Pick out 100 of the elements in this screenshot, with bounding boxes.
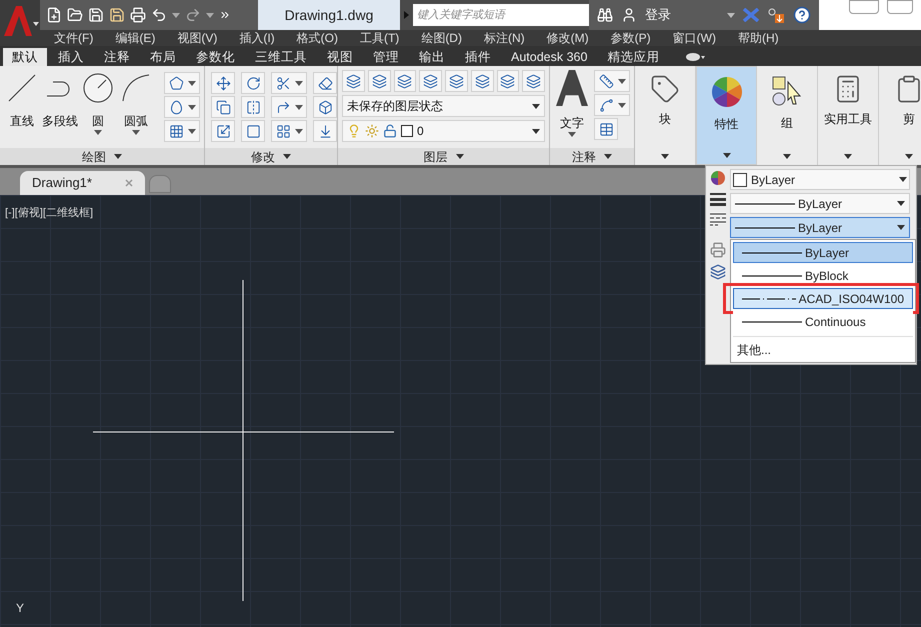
layer-tool-icon <box>397 74 412 88</box>
caret-icon <box>844 154 852 159</box>
menu-item[interactable]: 参数(P) <box>610 32 651 44</box>
ribbon-tab[interactable]: 输出 <box>410 48 454 66</box>
draw-tool-button[interactable]: 圆弧 <box>118 72 154 146</box>
other-option[interactable]: 其他... <box>733 339 913 360</box>
ribbon-tab[interactable]: 精选应用 <box>598 48 668 66</box>
linetype-dropdown[interactable]: ByLayer <box>730 217 910 238</box>
dimension-button[interactable] <box>594 70 630 92</box>
move-icon <box>216 76 230 90</box>
menu-item[interactable]: 文件(F) <box>54 32 94 44</box>
ribbon-tab[interactable]: Autodesk 360 <box>502 48 596 66</box>
caret-icon <box>294 128 302 134</box>
ribbon-tab[interactable]: 注释 <box>95 48 139 66</box>
trim-button[interactable] <box>271 72 307 94</box>
save-icon[interactable] <box>88 7 104 23</box>
help-icon[interactable] <box>793 6 811 24</box>
hatch-button[interactable] <box>164 120 200 142</box>
ribbon-tab[interactable]: 视图 <box>318 48 362 66</box>
menu-item[interactable]: 工具(T) <box>360 32 400 44</box>
ribbon-tab[interactable]: 三维工具 <box>246 48 316 66</box>
layer-tool-icon <box>474 74 490 88</box>
menu-item[interactable]: 修改(M) <box>546 32 589 44</box>
menu-item[interactable]: 窗口(W) <box>672 32 716 44</box>
menu-item[interactable]: 视图(V) <box>177 32 218 44</box>
draw-shape-icon <box>6 72 38 104</box>
draw-tool-button[interactable]: 圆 <box>80 72 116 146</box>
menu-item[interactable]: 绘图(D) <box>421 32 462 44</box>
open-folder-icon[interactable] <box>67 7 83 23</box>
ribbon-tab[interactable]: 插入 <box>49 48 93 66</box>
ribbon-panel-button[interactable]: 特性 <box>696 66 757 165</box>
menu-item[interactable]: 帮助(H) <box>738 32 779 44</box>
menu-item[interactable]: 插入(I) <box>239 32 275 44</box>
ribbon-tab[interactable]: 布局 <box>141 48 185 66</box>
panel-toggle-icon[interactable] <box>686 52 706 62</box>
rotate-button[interactable] <box>241 72 265 94</box>
array-button[interactable] <box>271 120 307 142</box>
layer-tool-icon <box>526 74 542 88</box>
search-field[interactable]: 键入关键字或短语 <box>413 4 589 26</box>
panel-title-bar[interactable]: 注释 <box>550 148 634 165</box>
redo-icon[interactable] <box>185 7 201 23</box>
lineweight-dropdown[interactable]: ByLayer <box>730 193 910 214</box>
menu-item[interactable]: 标注(N) <box>484 32 525 44</box>
polygon-button[interactable] <box>164 72 200 94</box>
restore-button[interactable] <box>887 0 913 14</box>
layer-dropdown[interactable]: 0 <box>342 120 545 142</box>
layers-icon <box>710 264 726 280</box>
offset-button[interactable] <box>313 120 337 142</box>
solid-line-icon <box>735 202 795 206</box>
menu-item[interactable]: 格式(O) <box>296 32 338 44</box>
menu-item[interactable]: 编辑(E) <box>115 32 156 44</box>
layer-tool-button[interactable] <box>419 70 442 92</box>
fillet-button[interactable] <box>271 96 307 118</box>
draw-tool-button[interactable]: 多段线 <box>42 72 78 146</box>
more-icon[interactable] <box>219 9 231 21</box>
linetype-option[interactable]: ACAD_ISO04W100 <box>733 288 913 309</box>
scale-button[interactable] <box>241 120 265 142</box>
ribbon-tab[interactable]: 管理 <box>364 48 408 66</box>
layer-tool-button[interactable] <box>522 70 545 92</box>
layer-tool-button[interactable] <box>368 70 390 92</box>
panel-title-bar[interactable]: 绘图 <box>0 148 204 165</box>
ellipse-button[interactable] <box>164 96 200 118</box>
search-binoculars-icon[interactable] <box>597 7 613 23</box>
layer-tool-button[interactable] <box>342 70 365 92</box>
exchange-download-icon[interactable] <box>767 6 785 24</box>
explode-button[interactable] <box>313 96 337 118</box>
document-tab[interactable]: Drawing1* <box>20 171 145 195</box>
stretch-button[interactable] <box>211 120 235 142</box>
viewport-label[interactable]: [-][俯视][二维线框] <box>5 205 93 222</box>
ribbon-tab[interactable]: 参数化 <box>187 48 244 66</box>
erase-button[interactable] <box>313 72 337 94</box>
new-file-icon[interactable] <box>46 7 62 23</box>
save-as-icon[interactable] <box>109 7 125 23</box>
move-button[interactable] <box>211 72 235 94</box>
layer-tool-button[interactable] <box>470 70 494 92</box>
layer-tool-icon <box>346 74 361 88</box>
table-button[interactable] <box>594 118 618 140</box>
color-dropdown[interactable]: ByLayer <box>730 169 910 190</box>
caret-icon <box>532 128 540 134</box>
layer-tool-button[interactable] <box>394 70 416 92</box>
ribbon-tab[interactable]: 默认 <box>3 48 47 66</box>
leader-button[interactable] <box>594 94 630 116</box>
panel-title-bar[interactable]: 修改 <box>205 148 337 165</box>
ribbon-tab[interactable]: 插件 <box>456 48 500 66</box>
array-icon <box>276 124 290 138</box>
sign-in-button[interactable]: 登录 <box>645 5 671 25</box>
linetype-option[interactable]: ByLayer <box>733 242 913 263</box>
draw-tool-button[interactable]: 直线 <box>4 72 40 146</box>
layer-state-dropdown[interactable]: 未保存的图层状态 <box>342 95 545 117</box>
mirror-button[interactable] <box>241 96 265 118</box>
print-icon[interactable] <box>130 7 146 23</box>
layer-tool-button[interactable] <box>496 70 520 92</box>
panel-title-bar[interactable]: 图层 <box>338 148 549 165</box>
undo-icon[interactable] <box>151 7 167 23</box>
copy-button[interactable] <box>211 96 235 118</box>
mirror-icon <box>246 100 260 114</box>
ribbon-panel-button[interactable]: 组 <box>757 66 818 165</box>
minimize-button[interactable] <box>849 0 879 14</box>
layer-tool-button[interactable] <box>445 70 468 92</box>
text-tool-button[interactable]: 文字 <box>554 70 590 144</box>
